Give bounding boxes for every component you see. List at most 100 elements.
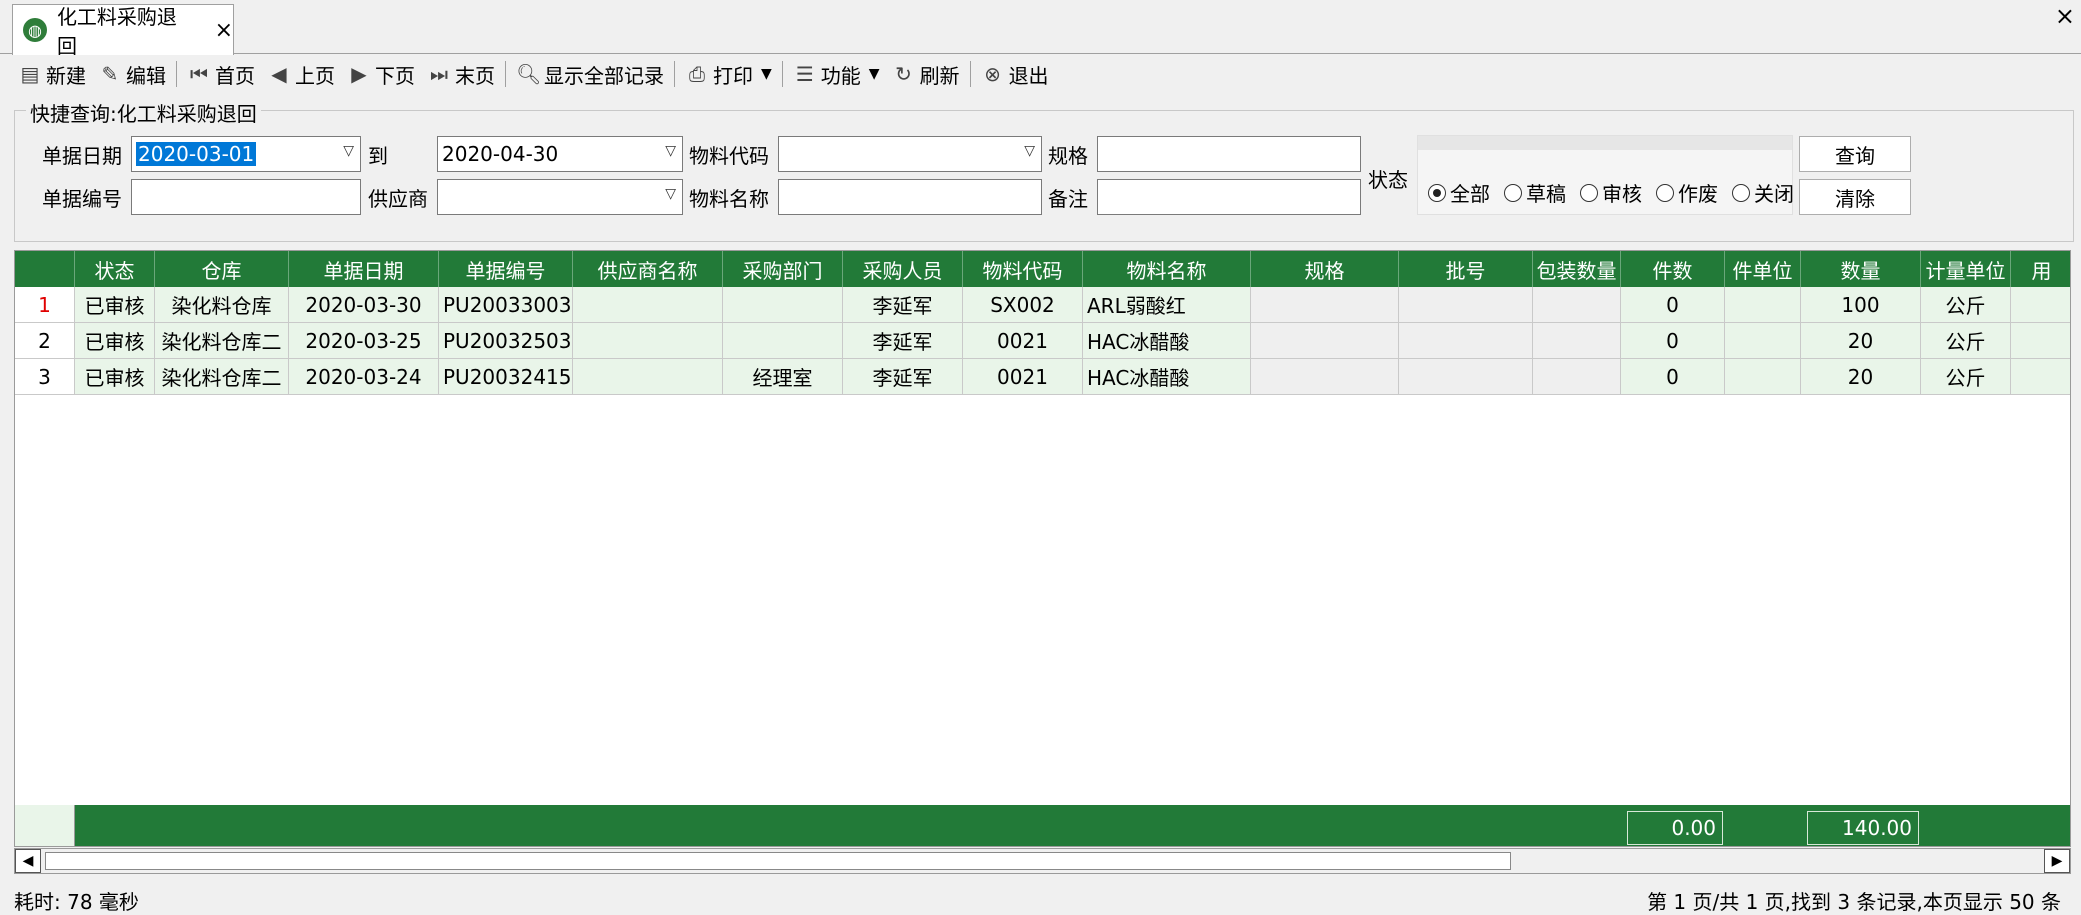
column-header[interactable]: 状态 [75,251,155,287]
table-cell[interactable] [1725,359,1801,395]
clear-button[interactable]: 清除 [1799,179,1911,215]
last-page-button[interactable]: ⏭ 末页 [421,57,501,91]
table-row[interactable]: 3 已审核 染化料仓库二 2020-03-24 PU20032415 经理室 李延军 0021… [15,359,2070,395]
table-cell[interactable]: 公斤 [1921,359,2011,395]
exit-button[interactable]: ⊗ 退出 [975,57,1055,91]
table-cell[interactable]: 李延军 [843,359,963,395]
table-cell[interactable] [723,287,843,323]
status-radio-closed[interactable]: 关闭 [1732,178,1794,207]
table-cell[interactable]: ARL弱酸红 [1083,287,1251,323]
status-radio-draft[interactable]: 草稿 [1504,178,1566,207]
column-header[interactable]: 批号 [1399,251,1533,287]
material-code-combo[interactable]: ▽ [778,136,1042,172]
table-cell[interactable] [1533,323,1621,359]
table-cell[interactable]: 染化料仓库二 [155,323,289,359]
table-cell[interactable] [1251,287,1399,323]
column-header[interactable]: 仓库 [155,251,289,287]
table-cell[interactable]: 0021 [963,323,1083,359]
chevron-down-icon[interactable]: ▽ [343,143,354,159]
column-header[interactable]: 数量 [1801,251,1921,287]
table-cell[interactable]: 0 [1621,359,1725,395]
window-close-icon[interactable]: × [2055,2,2075,30]
edit-button[interactable]: ✎ 编辑 [92,57,172,91]
column-header[interactable]: 件单位 [1725,251,1801,287]
column-header[interactable]: 包装数量 [1533,251,1621,287]
search-button[interactable]: 查询 [1799,136,1911,172]
table-cell[interactable]: PU20032415 [439,359,573,395]
table-cell[interactable]: 李延军 [843,323,963,359]
column-header[interactable]: 采购部门 [723,251,843,287]
doc-no-input[interactable] [131,179,361,215]
table-cell[interactable]: 已审核 [75,287,155,323]
column-header[interactable]: 件数 [1621,251,1725,287]
table-cell[interactable] [2011,359,2070,395]
table-cell[interactable]: 公斤 [1921,323,2011,359]
row-number[interactable]: 3 [15,359,75,395]
column-header[interactable]: 采购人员 [843,251,963,287]
table-cell[interactable] [1399,323,1533,359]
refresh-button[interactable]: ↻ 刷新 [886,57,966,91]
table-cell[interactable]: HAC冰醋酸 [1083,323,1251,359]
table-cell[interactable]: PU20032503 [439,323,573,359]
chevron-down-icon[interactable]: ▽ [665,143,676,159]
table-cell[interactable]: 已审核 [75,323,155,359]
table-cell[interactable] [573,287,723,323]
column-header[interactable]: 单据日期 [289,251,439,287]
column-header[interactable]: 用 [2011,251,2070,287]
status-radio-all[interactable]: 全部 [1428,178,1490,207]
table-cell[interactable]: 0 [1621,287,1725,323]
remark-input[interactable] [1097,179,1361,215]
column-header[interactable] [15,251,75,287]
table-row[interactable]: 2 已审核 染化料仓库二 2020-03-25 PU20032503 李延军 0021 HAC… [15,323,2070,359]
column-header[interactable]: 单据编号 [439,251,573,287]
doc-date-to-picker[interactable]: 2020-04-30 ▽ [437,136,683,172]
table-cell[interactable]: 20 [1801,359,1921,395]
table-cell[interactable]: 公斤 [1921,287,2011,323]
print-button[interactable]: ⎙ 打印 ▼ [679,57,778,91]
table-cell[interactable] [1725,323,1801,359]
prev-page-button[interactable]: ◀ 上页 [261,57,341,91]
next-page-button[interactable]: ▶ 下页 [341,57,421,91]
row-number[interactable]: 1 [15,287,75,323]
table-cell[interactable]: 2020-03-25 [289,323,439,359]
table-cell[interactable]: PU20033003 [439,287,573,323]
table-cell[interactable] [1251,323,1399,359]
table-cell[interactable]: 2020-03-30 [289,287,439,323]
table-cell[interactable] [573,323,723,359]
table-cell[interactable] [2011,287,2070,323]
table-cell[interactable]: SX002 [963,287,1083,323]
supplier-combo[interactable]: ▽ [437,179,683,215]
table-cell[interactable] [1533,287,1621,323]
table-cell[interactable]: 20 [1801,323,1921,359]
scroll-right-icon[interactable]: ▶ [2044,849,2070,873]
material-name-input[interactable] [778,179,1042,215]
column-header[interactable]: 物料名称 [1083,251,1251,287]
table-cell[interactable]: 0 [1621,323,1725,359]
first-page-button[interactable]: ⏮ 首页 [181,57,261,91]
table-cell[interactable]: 已审核 [75,359,155,395]
table-cell[interactable] [1399,359,1533,395]
column-header[interactable]: 计量单位 [1921,251,2011,287]
table-cell[interactable] [1533,359,1621,395]
new-button[interactable]: ▤ 新建 [12,57,92,91]
table-row[interactable]: 1 已审核 染化料仓库 2020-03-30 PU20033003 李延军 SX002 ARL… [15,287,2070,323]
status-radio-void[interactable]: 作废 [1656,178,1718,207]
chevron-down-icon[interactable]: ▽ [665,186,676,202]
table-cell[interactable] [723,323,843,359]
table-cell[interactable] [1399,287,1533,323]
table-cell[interactable] [2011,323,2070,359]
chevron-down-icon[interactable]: ▽ [1024,143,1035,159]
table-cell[interactable]: 2020-03-24 [289,359,439,395]
show-all-records-button[interactable]: 🔍︎ 显示全部记录 [510,57,670,91]
tab-close-icon[interactable]: × [215,18,233,43]
table-cell[interactable]: HAC冰醋酸 [1083,359,1251,395]
table-cell[interactable]: 经理室 [723,359,843,395]
table-cell[interactable] [573,359,723,395]
table-cell[interactable] [1251,359,1399,395]
horizontal-scrollbar[interactable]: ◀ ▶ [14,848,2071,874]
table-cell[interactable]: 100 [1801,287,1921,323]
table-cell[interactable]: 0021 [963,359,1083,395]
doc-date-from-picker[interactable]: 2020-03-01 ▽ [131,136,361,172]
row-number[interactable]: 2 [15,323,75,359]
function-menu-button[interactable]: ☰ 功能 ▼ [787,57,886,91]
